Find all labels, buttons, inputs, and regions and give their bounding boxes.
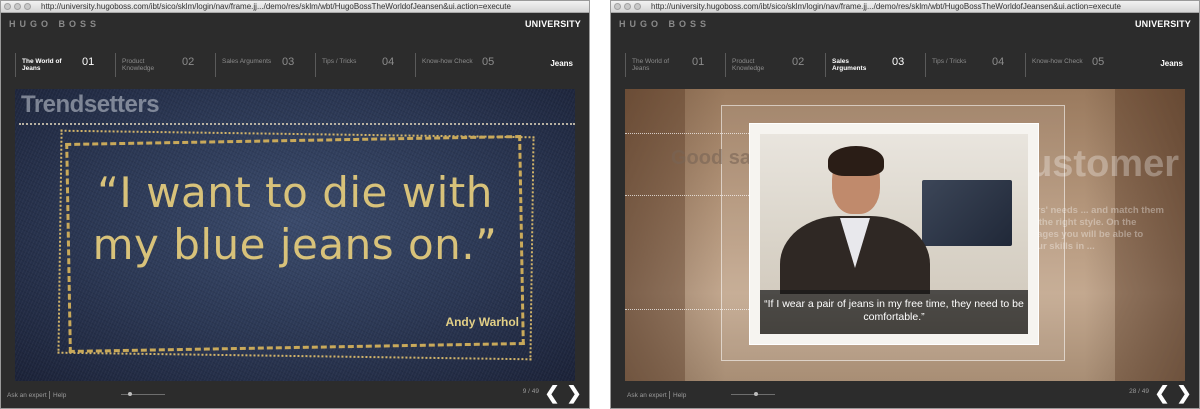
nav-chapter-number: 01 [692,56,705,68]
url-bar[interactable]: http://university.hugoboss.com/ibt/sico/… [651,1,1196,13]
ask-expert-link[interactable]: Ask an expert [7,392,47,399]
stage: http://university.hugoboss.com/ibt/sico/… [0,0,1200,409]
nav-chapter-label: Product Knowledge [122,58,155,72]
next-arrow-icon[interactable]: ❯ [565,384,583,402]
nav-chapter-number: 03 [892,56,905,68]
nav-chapter-number: 04 [382,56,395,68]
close-button[interactable] [4,3,11,10]
help-link[interactable]: Help [673,392,686,399]
brand-logo: HUGO BOSS [9,19,101,29]
footer-bar: Ask an expert Help 28 / 49 ❮ ❯ [611,380,1199,408]
page-counter: 28 / 49 [1129,388,1149,395]
nav-chapter-number: 03 [282,56,295,68]
nav-chapter-02[interactable]: Product Knowledge 02 [725,53,825,77]
dotted-guide [625,133,749,134]
nav-chapter-03[interactable]: Sales Arguments 03 [825,53,925,77]
browser-chrome: http://university.hugoboss.com/ibt/sico/… [611,1,1199,13]
nav-chapter-number: 02 [182,56,195,68]
chapter-nav: The World of Jeans 01 Product Knowledge … [625,53,1189,77]
nav-chapter-01[interactable]: The World of Jeans 01 [15,53,115,77]
person-hair [828,146,884,176]
minimize-button[interactable] [14,3,21,10]
prev-arrow-icon[interactable]: ❮ [543,384,561,402]
dotted-guide [625,309,749,310]
quote-line-1: “I want to die with [97,168,493,217]
progress-slider-handle[interactable] [753,392,758,396]
close-button[interactable] [614,3,621,10]
nav-chapter-05[interactable]: Know-how Check 05 [415,53,515,77]
url-bar[interactable]: http://university.hugoboss.com/ibt/sico/… [41,1,586,13]
salesperson-photo: “If I wear a pair of jeans in my free ti… [749,123,1039,345]
laptop-screen [922,180,1012,246]
footer-bar: Ask an expert Help 9 / 49 ❮ ❯ [1,380,589,408]
nav-chapter-number: 05 [482,56,495,68]
slide-title: Trendsetters [21,91,160,118]
quote-line-2: my blue jeans on.” [92,220,498,269]
nav-chapter-label: The World of Jeans [22,58,62,72]
nav-chapter-label: Sales Arguments [222,58,272,65]
browser-chrome: http://university.hugoboss.com/ibt/sico/… [1,1,589,13]
app-frame: HUGO BOSS UNIVERSITY The World of Jeans … [611,13,1199,408]
page-counter: 9 / 49 [522,388,539,395]
dotted-guide [625,195,749,196]
portal-title: UNIVERSITY [524,19,581,29]
browser-window-right: http://university.hugoboss.com/ibt/sico/… [610,0,1200,409]
nav-chapter-label: Product Knowledge [732,58,765,72]
portal-title: UNIVERSITY [1134,19,1191,29]
nav-chapter-04[interactable]: Tips / Tricks 04 [315,53,415,77]
nav-chapter-number: 01 [82,56,95,68]
progress-slider-handle[interactable] [128,392,133,396]
store-slide: Good salespeople ... their Customer ... … [625,89,1185,381]
embroidered-quote: “I want to die with my blue jeans on.” [55,167,535,271]
nav-chapter-number: 02 [792,56,805,68]
prev-arrow-icon[interactable]: ❮ [1153,384,1171,402]
quote-author: Andy Warhol [445,315,519,329]
footer-divider [669,391,670,399]
next-arrow-icon[interactable]: ❯ [1175,384,1193,402]
nav-course-title[interactable]: Jeans [1160,59,1183,68]
nav-chapter-label: Sales Arguments [832,58,867,72]
nav-chapter-number: 05 [1092,56,1105,68]
help-link[interactable]: Help [53,392,66,399]
nav-course-title[interactable]: Jeans [550,59,573,68]
ask-expert-link[interactable]: Ask an expert [627,392,667,399]
slide-content: Trendsetters “I want to die with my blue… [15,89,575,381]
nav-chapter-03[interactable]: Sales Arguments 03 [215,53,315,77]
top-bar: HUGO BOSS UNIVERSITY [611,13,1199,37]
window-controls [614,3,641,10]
nav-chapter-label: Know-how Check [1032,58,1083,65]
progress-slider[interactable] [731,392,775,396]
nav-chapter-number: 04 [992,56,1005,68]
chapter-nav: The World of Jeans 01 Product Knowledge … [15,53,579,77]
nav-chapter-02[interactable]: Product Knowledge 02 [115,53,215,77]
zoom-button[interactable] [634,3,641,10]
nav-chapter-label: Tips / Tricks [932,58,967,65]
denim-slide: Trendsetters “I want to die with my blue… [15,89,575,381]
browser-window-left: http://university.hugoboss.com/ibt/sico/… [0,0,590,409]
nav-chapter-label: Know-how Check [422,58,473,65]
photo-caption: “If I wear a pair of jeans in my free ti… [760,290,1028,334]
nav-chapter-01[interactable]: The World of Jeans 01 [625,53,725,77]
slide-content: Good salespeople ... their Customer ... … [625,89,1185,381]
nav-chapter-label: Tips / Tricks [322,58,357,65]
brand-logo: HUGO BOSS [619,19,711,29]
stitch-line [19,123,575,125]
app-frame: HUGO BOSS UNIVERSITY The World of Jeans … [1,13,589,408]
window-controls [4,3,31,10]
progress-slider[interactable] [121,392,165,396]
zoom-button[interactable] [24,3,31,10]
nav-chapter-04[interactable]: Tips / Tricks 04 [925,53,1025,77]
footer-divider [49,391,50,399]
nav-chapter-05[interactable]: Know-how Check 05 [1025,53,1125,77]
nav-chapter-label: The World of Jeans [632,58,670,72]
minimize-button[interactable] [624,3,631,10]
top-bar: HUGO BOSS UNIVERSITY [1,13,589,37]
